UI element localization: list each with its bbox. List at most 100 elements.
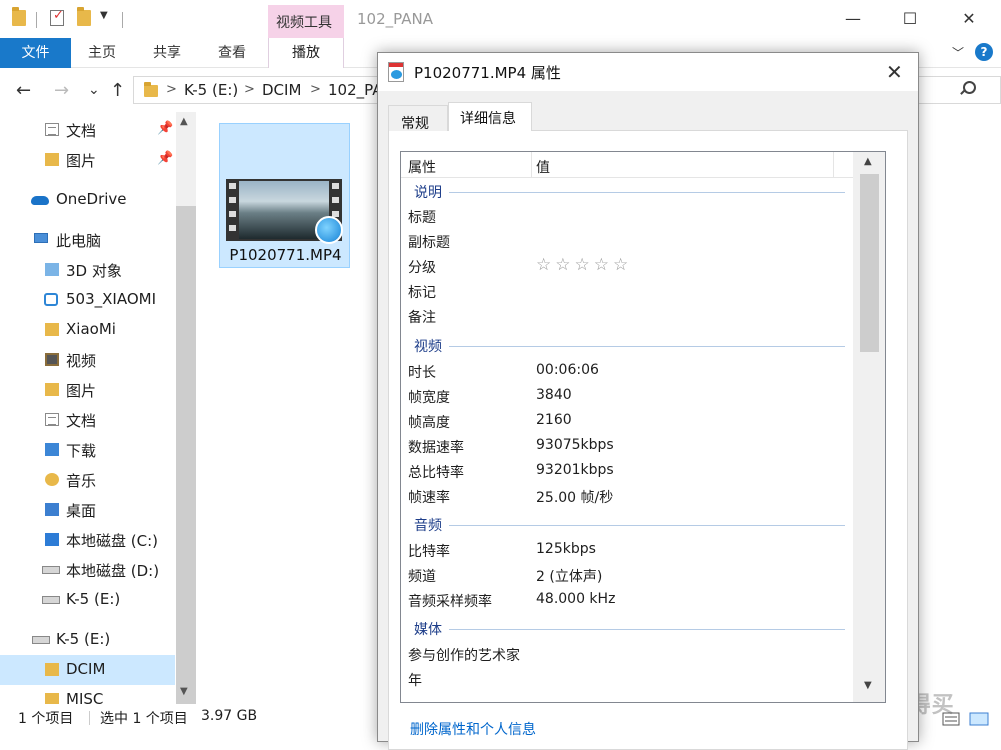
nav-item-desktop[interactable]: 桌面 xyxy=(0,495,175,525)
remove-properties-link[interactable]: 删除属性和个人信息 xyxy=(410,719,536,739)
nav-item-this-pc[interactable]: 此电脑 xyxy=(0,225,175,255)
music-icon xyxy=(45,473,59,486)
property-row-contributing-artists[interactable]: 参与创作的艺术家 xyxy=(401,642,853,667)
forward-arrow-icon[interactable]: → xyxy=(54,80,69,101)
property-row-total-bitrate[interactable]: 总比特率 93201kbps xyxy=(401,459,853,484)
breadcrumb-drive[interactable]: K-5 (E:) xyxy=(184,81,238,99)
scrollbar-thumb[interactable] xyxy=(176,206,196,704)
close-button[interactable]: ✕ xyxy=(958,8,980,30)
property-row-channels[interactable]: 频道 2 (立体声) xyxy=(401,563,853,588)
scroll-up-icon[interactable]: ▲ xyxy=(180,116,188,127)
nav-item-documents-pinned[interactable]: 文档 📌 xyxy=(0,115,175,145)
property-row-title[interactable]: 标题 xyxy=(401,204,853,229)
nav-item-videos[interactable]: 视频 xyxy=(0,345,175,375)
property-name: 帧速率 xyxy=(408,490,450,506)
nav-item-misc[interactable]: MISC xyxy=(0,685,175,704)
property-row-frame-rate[interactable]: 帧速率 25.00 帧/秒 xyxy=(401,484,853,509)
maximize-button[interactable]: ☐ xyxy=(899,8,921,30)
breadcrumb-dcim[interactable]: DCIM xyxy=(262,81,301,99)
property-value: 3840 xyxy=(536,387,572,403)
3d-objects-icon xyxy=(45,263,59,276)
breadcrumb-current-folder[interactable]: 102_PA xyxy=(328,81,382,99)
nav-item-dcim[interactable]: DCIM xyxy=(0,655,175,685)
network-drive-icon xyxy=(44,293,58,306)
new-folder-quick-access-icon[interactable] xyxy=(77,7,91,26)
column-divider[interactable] xyxy=(833,152,834,178)
group-divider xyxy=(449,525,845,526)
dialog-close-button[interactable]: ✕ xyxy=(886,60,903,84)
breadcrumb-separator[interactable]: > xyxy=(244,82,255,97)
property-row-duration[interactable]: 时长 00:06:06 xyxy=(401,359,853,384)
property-row-audio-bitrate[interactable]: 比特率 125kbps xyxy=(401,538,853,563)
nav-item-label: 桌面 xyxy=(66,502,97,520)
column-header-value[interactable]: 值 xyxy=(536,157,550,177)
search-icon[interactable] xyxy=(960,81,976,95)
nav-item-xiaomi[interactable]: XiaoMi xyxy=(0,315,175,345)
property-row-comments[interactable]: 备注 xyxy=(401,304,853,329)
navigation-scrollbar[interactable]: ▲ ▼ xyxy=(176,112,196,704)
property-row-tags[interactable]: 标记 xyxy=(401,279,853,304)
nav-item-music[interactable]: 音乐 xyxy=(0,465,175,495)
file-item[interactable]: P1020771.MP4 xyxy=(219,123,350,268)
property-row-frame-width[interactable]: 帧宽度 3840 xyxy=(401,384,853,409)
property-list[interactable]: 属性 值 说明 标题 副标题 分级 ☆☆☆☆☆ 标记 备注 视频 时长 00:0… xyxy=(400,151,886,703)
property-name: 时长 xyxy=(408,365,436,381)
film-strip-hole xyxy=(229,225,236,231)
tab-play[interactable]: 播放 xyxy=(268,38,344,68)
property-list-scrollbar[interactable]: ▲ ▼ xyxy=(853,152,885,702)
column-divider[interactable] xyxy=(531,152,532,178)
nav-item-documents[interactable]: 文档 xyxy=(0,405,175,435)
nav-item-503-xiaomi[interactable]: 503_XIAOMI xyxy=(0,285,175,315)
property-row-subtitle[interactable]: 副标题 xyxy=(401,229,853,254)
breadcrumb-separator[interactable]: > xyxy=(310,82,321,97)
scroll-down-icon[interactable]: ▼ xyxy=(864,680,872,691)
pin-icon[interactable]: 📌 xyxy=(157,151,173,166)
nav-item-label: DCIM xyxy=(66,660,106,678)
rating-stars-icon[interactable]: ☆☆☆☆☆ xyxy=(536,255,632,275)
property-row-year[interactable]: 年 xyxy=(401,667,853,692)
expand-ribbon-icon[interactable]: ﹀ xyxy=(952,44,964,61)
pin-icon[interactable]: 📌 xyxy=(157,121,173,136)
nav-item-local-disk-c[interactable]: 本地磁盘 (C:) xyxy=(0,525,175,555)
scroll-down-icon[interactable]: ▼ xyxy=(180,686,188,697)
column-header-property[interactable]: 属性 xyxy=(408,157,436,177)
nav-item-pictures[interactable]: 图片 xyxy=(0,375,175,405)
nav-item-3d-objects[interactable]: 3D 对象 xyxy=(0,255,175,285)
drive-icon xyxy=(42,566,60,574)
tab-file[interactable]: 文件 xyxy=(0,38,71,68)
nav-item-onedrive[interactable]: OneDrive xyxy=(0,185,175,215)
property-name: 参与创作的艺术家 xyxy=(408,648,520,664)
status-divider xyxy=(89,711,90,725)
scrollbar-thumb[interactable] xyxy=(860,174,879,352)
tab-details[interactable]: 详细信息 xyxy=(448,102,532,131)
recent-locations-icon[interactable]: ⌄ xyxy=(88,82,100,98)
property-value: 93075kbps xyxy=(536,437,614,453)
nav-item-k5-removable[interactable]: K-5 (E:) xyxy=(0,625,175,655)
property-row-rating[interactable]: 分级 ☆☆☆☆☆ xyxy=(401,254,853,279)
tab-general[interactable]: 常规 xyxy=(388,105,448,132)
nav-item-downloads[interactable]: 下载 xyxy=(0,435,175,465)
help-icon[interactable]: ? xyxy=(975,43,993,61)
nav-item-k5-drive[interactable]: K-5 (E:) xyxy=(0,585,175,615)
property-row-data-rate[interactable]: 数据速率 93075kbps xyxy=(401,434,853,459)
nav-item-local-disk-d[interactable]: 本地磁盘 (D:) xyxy=(0,555,175,585)
property-row-sample-rate[interactable]: 音频采样频率 48.000 kHz xyxy=(401,588,853,613)
properties-quick-access-icon[interactable]: ✓ xyxy=(50,8,64,26)
property-name: 帧宽度 xyxy=(408,390,450,406)
quick-access-dropdown-icon[interactable]: ▼ xyxy=(100,10,108,21)
dialog-titlebar: P1020771.MP4 属性 ✕ xyxy=(378,53,918,91)
tab-home[interactable]: 主页 xyxy=(88,38,116,68)
film-strip-hole xyxy=(229,183,236,189)
up-arrow-icon[interactable]: ↑ xyxy=(110,80,125,101)
nav-item-label: K-5 (E:) xyxy=(66,590,121,608)
minimize-button[interactable]: — xyxy=(842,8,864,30)
tab-view[interactable]: 查看 xyxy=(218,38,246,68)
nav-item-pictures-pinned[interactable]: 图片 📌 xyxy=(0,145,175,175)
breadcrumb-separator[interactable]: > xyxy=(166,82,177,97)
folder-icon xyxy=(45,663,59,676)
property-row-frame-height[interactable]: 帧高度 2160 xyxy=(401,409,853,434)
scroll-up-icon[interactable]: ▲ xyxy=(864,156,872,167)
tab-share[interactable]: 共享 xyxy=(153,38,181,68)
address-input[interactable]: > K-5 (E:) > DCIM > 102_PA xyxy=(133,76,382,104)
back-arrow-icon[interactable]: ← xyxy=(16,80,31,101)
